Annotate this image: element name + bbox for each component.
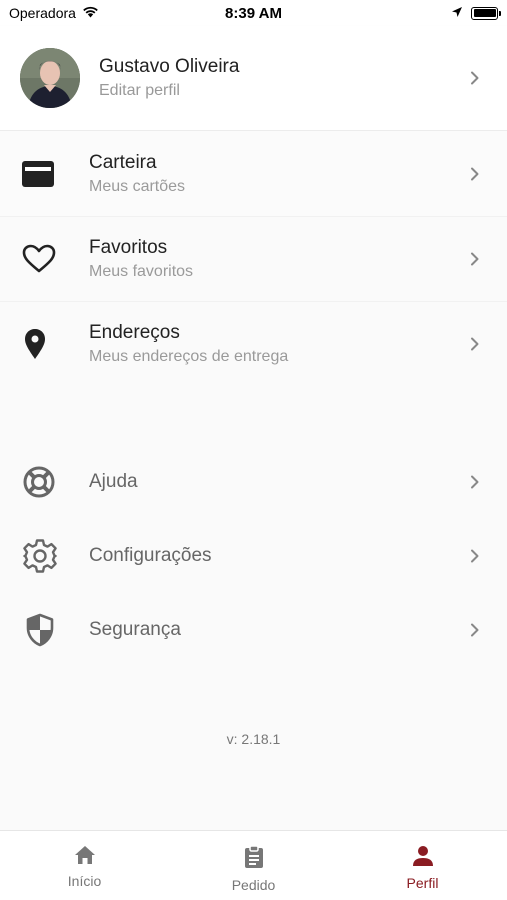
menu-item-wallet[interactable]: Carteira Meus cartões: [0, 131, 507, 216]
menu-item-text: Segurança: [89, 619, 463, 641]
battery-icon: [471, 6, 501, 20]
menu-item-help[interactable]: Ajuda: [0, 445, 507, 519]
profile-header[interactable]: Gustavo Oliveira Editar perfil: [0, 26, 507, 131]
tab-label: Pedido: [231, 877, 276, 893]
menu-item-title: Ajuda: [89, 471, 138, 492]
menu-item-text: Configurações: [89, 545, 463, 567]
chevron-right-icon: [463, 332, 487, 356]
profile-name: Gustavo Oliveira: [99, 56, 240, 77]
menu-item-addresses[interactable]: Endereços Meus endereços de entrega: [0, 302, 507, 386]
gear-icon: [22, 534, 66, 578]
chevron-right-icon: [463, 247, 487, 271]
tab-home[interactable]: Início: [25, 845, 145, 889]
chevron-right-icon: [463, 66, 487, 90]
version-label: v: 2.18.1: [226, 731, 281, 747]
shield-icon: [22, 608, 66, 652]
menu-item-title: Favoritos: [89, 237, 168, 258]
menu-item-title: Endereços: [89, 322, 180, 343]
location-arrow-icon: [451, 5, 463, 21]
map-pin-icon: [22, 322, 66, 366]
tab-orders[interactable]: Pedido: [194, 845, 314, 893]
tab-label: Perfil: [406, 875, 439, 891]
edit-profile-link[interactable]: Editar perfil: [99, 82, 463, 100]
lifebuoy-icon: [22, 460, 66, 504]
menu-item-security[interactable]: Segurança: [0, 593, 507, 667]
menu-item-subtitle: Meus cartões: [89, 177, 186, 195]
chevron-right-icon: [463, 544, 487, 568]
person-icon: [412, 845, 434, 872]
menu-item-favorites[interactable]: Favoritos Meus favoritos: [0, 217, 507, 301]
profile-text: Gustavo Oliveira Editar perfil: [99, 56, 463, 100]
status-right: [451, 5, 501, 21]
menu-item-title: Configurações: [89, 545, 212, 566]
heart-icon: [22, 237, 66, 281]
status-bar: Operadora 8:39 AM: [0, 0, 507, 26]
menu-item-text: Ajuda: [89, 471, 463, 493]
wifi-icon: [82, 5, 99, 21]
menu-item-subtitle: Meus endereços de entrega: [89, 348, 289, 365]
chevron-right-icon: [463, 162, 487, 186]
menu-item-text: Endereços Meus endereços de entrega: [89, 322, 463, 366]
credit-card-icon: [22, 152, 66, 196]
menu-item-title: Carteira: [89, 151, 157, 173]
avatar: [20, 48, 80, 108]
tab-bar: Início Pedido Perfil: [0, 830, 507, 900]
menu-item-subtitle: Meus favoritos: [89, 263, 194, 280]
chevron-right-icon: [463, 470, 487, 494]
menu-item-text: Favoritos Meus favoritos: [89, 237, 463, 281]
tab-label: Início: [67, 873, 102, 889]
menu-list: Carteira Meus cartões Favoritos Meus fav…: [0, 131, 507, 830]
tab-profile[interactable]: Perfil: [363, 845, 483, 891]
status-left: Operadora: [9, 5, 99, 21]
home-icon: [74, 845, 96, 870]
chevron-right-icon: [463, 618, 487, 642]
carrier-label: Operadora: [9, 5, 76, 21]
menu-item-title: Segurança: [89, 619, 181, 640]
menu-item-settings[interactable]: Configurações: [0, 519, 507, 593]
menu-item-text: Carteira Meus cartões: [89, 152, 463, 196]
clipboard-icon: [244, 845, 264, 874]
